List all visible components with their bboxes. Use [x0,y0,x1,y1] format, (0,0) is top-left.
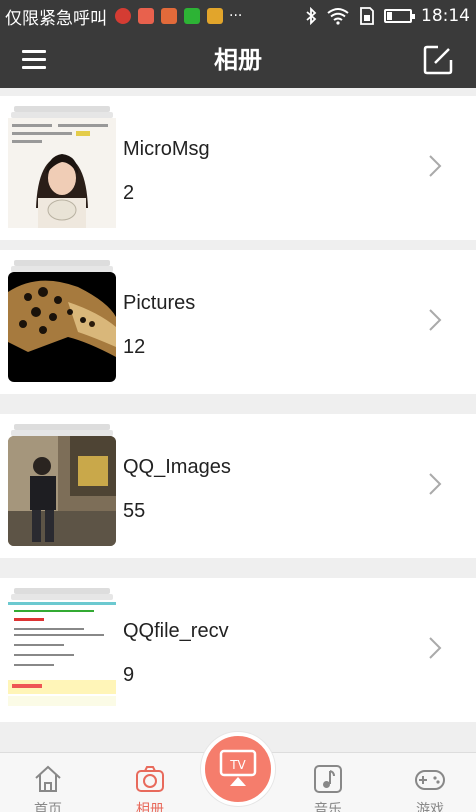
album-name: QQfile_recv [123,620,229,642]
music-icon [314,765,342,793]
netease-music-icon [115,8,131,24]
mail-icon [138,8,154,24]
sim-icon [360,7,374,25]
chevron-right-icon [429,473,442,495]
wifi-icon [327,8,349,25]
chevron-right-icon [429,155,442,177]
chevron-right-icon [429,637,442,659]
status-bar: 仅限紧急呼叫 ··· 18:14 [0,0,476,32]
tab-label: 首页 [34,802,62,812]
home-icon [35,765,61,792]
album-name: MicroMsg [123,138,210,160]
bluetooth-icon [306,7,317,25]
album-item[interactable]: QQfile_recv 9 [0,578,476,722]
camera-icon [136,766,164,792]
notification-icons [115,8,223,24]
notes-icon [207,8,223,24]
tab-album[interactable]: 相册 [110,753,190,812]
tab-home[interactable]: 首页 [8,753,88,812]
wechat-icon [184,8,200,24]
album-thumbnail [8,600,116,710]
tv-cast-icon: TV [219,749,257,786]
album-count: 12 [123,336,146,358]
tab-label: 音乐 [314,802,342,812]
edit-icon[interactable] [422,44,454,76]
tab-label: 相册 [136,802,164,812]
album-thumbnail [8,118,116,228]
battery-icon [384,9,415,23]
album-name: Pictures [123,292,196,314]
app-icon [161,8,177,24]
more-notifications: ··· [229,8,243,24]
album-thumbnail [8,272,116,382]
album-count: 2 [123,182,135,204]
album-name: QQ_Images [123,456,231,478]
gamepad-icon [415,770,445,790]
chevron-right-icon [429,309,442,331]
tab-label: 游戏 [416,802,444,812]
album-item[interactable]: Pictures 12 [0,250,476,394]
album-count: 9 [123,664,135,686]
tab-music[interactable]: 音乐 [288,753,368,812]
carrier-text: 仅限紧急呼叫 [5,8,107,29]
tv-cast-button[interactable]: TV [201,732,275,806]
album-thumbnail [8,436,116,546]
album-item[interactable]: QQ_Images 55 [0,414,476,558]
page-title: 相册 [214,46,262,74]
album-item[interactable]: MicroMsg 2 [0,96,476,240]
clock: 18:14 [421,6,470,26]
tv-label: TV [229,758,246,772]
tab-games[interactable]: 游戏 [390,753,470,812]
album-count: 55 [123,500,146,522]
app-header: 相册 [0,32,476,88]
